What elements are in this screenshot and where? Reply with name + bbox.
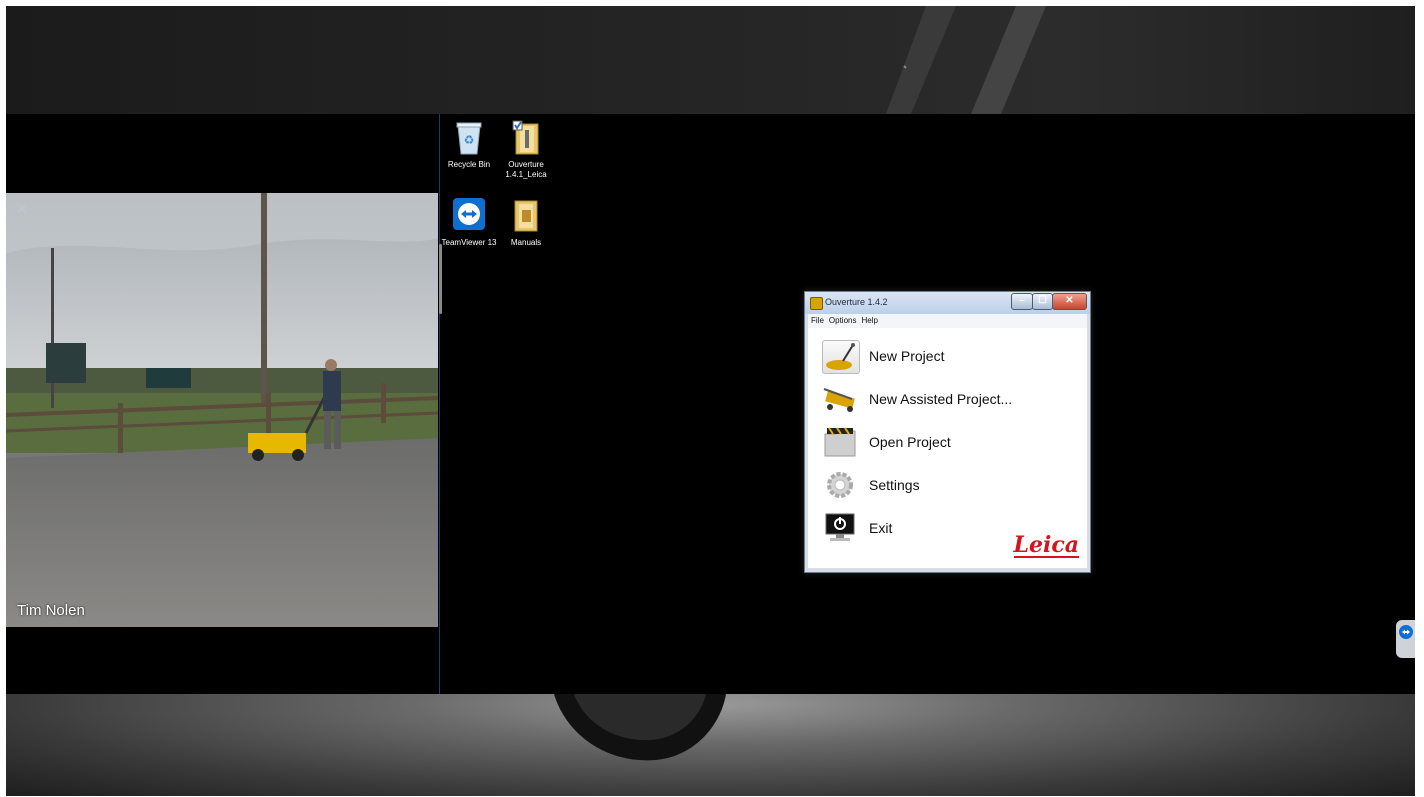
webcam-scene bbox=[6, 193, 438, 627]
split-resize-handle[interactable] bbox=[439, 244, 442, 314]
slide-header-band bbox=[6, 6, 1415, 114]
maximize-button[interactable]: ☐ bbox=[1032, 293, 1053, 310]
exit-label: Exit bbox=[869, 520, 893, 536]
new-project-button[interactable]: New Project bbox=[822, 338, 1072, 374]
ouverture-window: Ouverture 1.4.2 – ☐ ✕ File Options Help Ne… bbox=[804, 291, 1091, 573]
settings-button[interactable]: Settings bbox=[822, 467, 1072, 503]
window-title: Ouverture 1.4.2 bbox=[825, 297, 888, 307]
close-button[interactable]: ✕ bbox=[1052, 293, 1087, 310]
desktop-icon-recycle-bin[interactable]: ♻ Recycle Bin bbox=[439, 120, 499, 170]
gear-icon bbox=[822, 469, 858, 501]
desktop-icon-manuals[interactable]: Manuals bbox=[496, 198, 556, 248]
desktop-icon-label: TeamViewer 13 bbox=[441, 238, 497, 247]
menu-bar: File Options Help bbox=[808, 314, 1087, 328]
new-assisted-project-label: New Assisted Project... bbox=[869, 391, 1013, 407]
decorative-tire-graphic bbox=[554, 694, 726, 761]
teamviewer-side-tab[interactable] bbox=[1396, 620, 1415, 658]
decorative-gpr-handle-graphic bbox=[886, 6, 1046, 114]
slide: ✕ Tim Nolen ♻ Recycle Bin Ouverture 1.4.… bbox=[6, 6, 1415, 796]
new-project-label: New Project bbox=[869, 348, 945, 364]
open-project-label: Open Project bbox=[869, 434, 951, 450]
open-project-button[interactable]: Open Project bbox=[822, 424, 1072, 460]
shared-screen: ✕ Tim Nolen ♻ Recycle Bin Ouverture 1.4.… bbox=[6, 114, 1415, 694]
webcam-video: ✕ Tim Nolen bbox=[6, 193, 438, 627]
app-icon bbox=[810, 297, 823, 310]
menu-file[interactable]: File bbox=[808, 314, 826, 325]
participant-name: Tim Nolen bbox=[17, 602, 85, 619]
power-monitor-icon bbox=[822, 512, 858, 544]
teamviewer-icon bbox=[1399, 625, 1413, 639]
folder-icon bbox=[822, 426, 858, 458]
close-icon: ✕ bbox=[1065, 295, 1074, 306]
settings-label: Settings bbox=[869, 477, 920, 493]
svg-text:♻: ♻ bbox=[464, 133, 475, 147]
teamviewer-icon bbox=[453, 198, 485, 234]
leica-logo: Leica bbox=[1013, 532, 1079, 558]
recycle-bin-icon: ♻ bbox=[453, 120, 485, 156]
slide-footer-band bbox=[6, 694, 1415, 796]
mic-muted-icon: ✕ bbox=[16, 201, 28, 217]
desktop-icon-teamviewer[interactable]: TeamViewer 13 bbox=[439, 198, 499, 248]
maximize-icon: ☐ bbox=[1038, 295, 1047, 306]
app-main-menu: New Project New Assisted Project... Open… bbox=[808, 328, 1087, 568]
window-title-bar[interactable]: Ouverture 1.4.2 – ☐ ✕ bbox=[805, 292, 1090, 314]
gpr-cart-icon bbox=[822, 340, 860, 374]
minimize-button[interactable]: – bbox=[1011, 293, 1033, 310]
folder-zip-icon bbox=[510, 120, 542, 156]
desktop-icon-label: Ouverture 1.4.1_Leica bbox=[505, 160, 547, 179]
desktop-icon-ouverture-folder[interactable]: Ouverture 1.4.1_Leica bbox=[496, 120, 556, 180]
desktop-icon-label: Manuals bbox=[510, 238, 542, 247]
desktop-icon-label: Recycle Bin bbox=[447, 160, 491, 169]
folder-icon bbox=[510, 198, 542, 234]
gpr-wizard-icon bbox=[822, 383, 858, 415]
menu-options[interactable]: Options bbox=[826, 314, 859, 325]
new-assisted-project-button[interactable]: New Assisted Project... bbox=[822, 381, 1072, 417]
menu-help[interactable]: Help bbox=[858, 314, 879, 325]
minimize-icon: – bbox=[1019, 295, 1025, 306]
